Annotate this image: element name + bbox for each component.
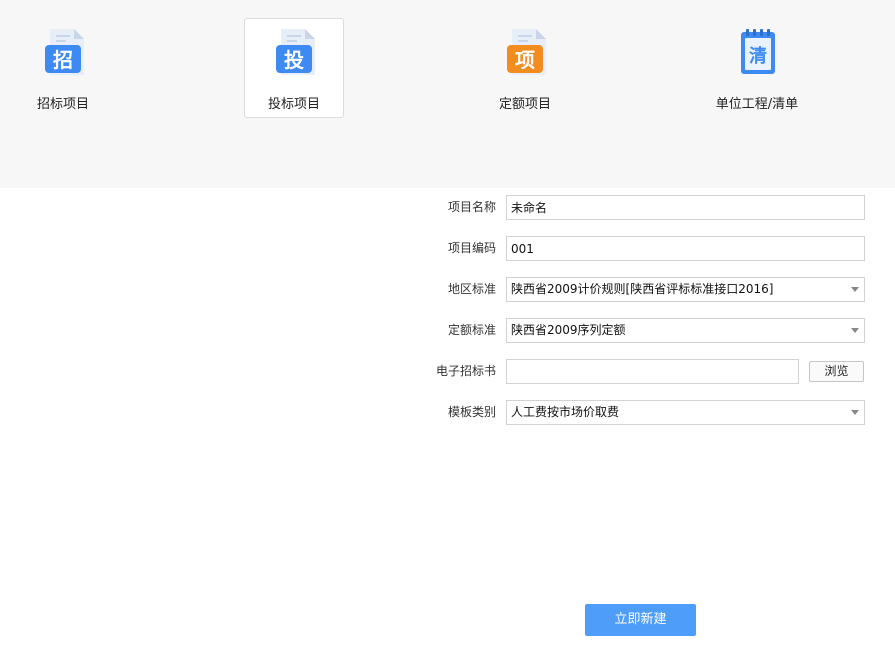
project-type-bid[interactable]: 投 投标项目 <box>244 18 344 118</box>
browse-button[interactable]: 浏览 <box>809 361 864 382</box>
region-standard-select[interactable]: 陕西省2009计价规则[陕西省评标标准接口2016] <box>506 277 865 302</box>
quota-standard-row: 定额标准 陕西省2009序列定额 <box>0 318 895 343</box>
project-code-label: 项目编码 <box>447 241 496 255</box>
tender-document-icon: 招 <box>45 29 84 75</box>
quota-standard-select[interactable]: 陕西省2009序列定额 <box>506 318 865 343</box>
template-type-label: 模板类别 <box>447 405 496 419</box>
dropdown-arrow-icon <box>851 287 859 292</box>
tender-file-row: 电子招标书 浏览 <box>0 359 895 384</box>
project-type-tender[interactable]: 招 招标项目 <box>13 18 113 118</box>
project-name-label: 项目名称 <box>447 200 496 214</box>
project-name-row: 项目名称 <box>0 195 895 220</box>
tender-file-label: 电子招标书 <box>435 364 496 378</box>
quota-standard-value: 陕西省2009序列定额 <box>511 323 626 337</box>
template-type-select[interactable]: 人工费按市场价取费 <box>506 400 865 425</box>
create-now-button[interactable]: 立即新建 <box>585 604 696 636</box>
svg-text:招: 招 <box>53 48 73 72</box>
project-code-input[interactable] <box>506 236 865 261</box>
project-code-row: 项目编码 <box>0 236 895 261</box>
project-type-label: 单位工程/清单 <box>715 97 799 112</box>
project-type-quota[interactable]: 项 定额项目 <box>475 18 575 118</box>
project-type-label: 投标项目 <box>267 97 320 112</box>
quota-standard-label: 定额标准 <box>447 323 496 337</box>
bill-notebook-icon: 清 <box>741 29 775 74</box>
region-standard-label: 地区标准 <box>447 282 496 296</box>
project-type-label: 定额项目 <box>498 97 551 112</box>
bid-document-icon: 投 <box>276 29 315 75</box>
svg-text:投: 投 <box>284 48 304 72</box>
template-type-row: 模板类别 人工费按市场价取费 <box>0 400 895 425</box>
project-type-label: 招标项目 <box>36 97 89 112</box>
project-name-input[interactable] <box>506 195 865 220</box>
region-standard-value: 陕西省2009计价规则[陕西省评标标准接口2016] <box>511 282 774 296</box>
dropdown-arrow-icon <box>851 410 859 415</box>
tender-file-input[interactable] <box>506 359 799 384</box>
quota-document-icon: 项 <box>507 29 546 75</box>
region-standard-row: 地区标准 陕西省2009计价规则[陕西省评标标准接口2016] <box>0 277 895 302</box>
svg-text:项: 项 <box>515 48 535 72</box>
template-type-value: 人工费按市场价取费 <box>511 405 620 419</box>
project-type-bill[interactable]: 清 单位工程/清单 <box>707 18 807 118</box>
project-type-bar: 招 招标项目 投 投标项目 项 定额项目 清 单位工程/清单 <box>0 0 895 188</box>
dropdown-arrow-icon <box>851 328 859 333</box>
svg-text:清: 清 <box>749 46 767 67</box>
